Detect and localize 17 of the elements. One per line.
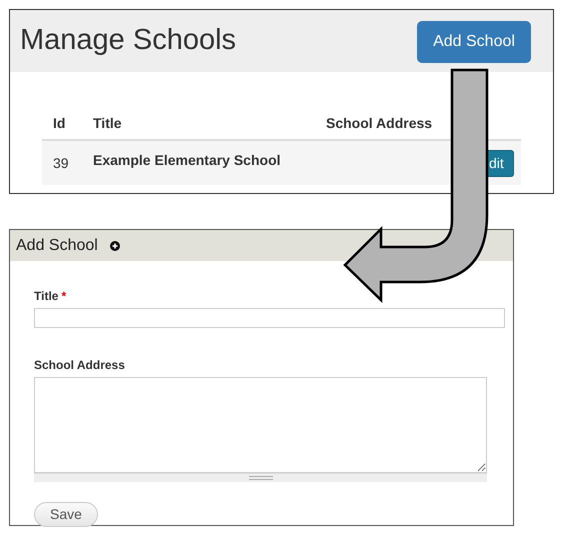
column-header: Title xyxy=(93,115,122,131)
form-title: Add School xyxy=(16,236,98,256)
column-header: School Address xyxy=(326,115,432,131)
resize-grip[interactable] xyxy=(34,473,487,482)
page-title: Manage Schools xyxy=(20,23,236,58)
column-header: Id xyxy=(53,115,66,131)
table-cell: 39 xyxy=(53,154,69,170)
add-school-button[interactable]: Add School xyxy=(417,21,531,63)
title-input[interactable] xyxy=(34,308,505,328)
required-mark: * xyxy=(61,288,66,305)
grip-icon xyxy=(248,476,272,480)
table-cell: Example Elementary School xyxy=(93,152,281,168)
field-label: Title xyxy=(34,288,58,305)
address-textarea[interactable] xyxy=(34,377,487,473)
plus-icon[interactable] xyxy=(110,240,120,250)
save-button[interactable]: Save xyxy=(34,502,98,527)
field-label: School Address xyxy=(34,357,125,374)
